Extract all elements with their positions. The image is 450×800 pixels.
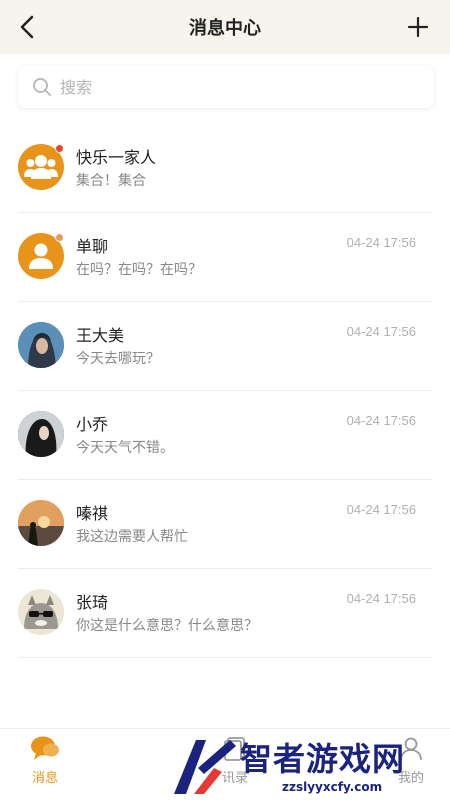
conversation-time: 04-24 17:56 bbox=[346, 591, 416, 606]
conversation-item[interactable]: 嗪祺 我这边需要人帮忙 04-24 17:56 bbox=[18, 480, 432, 569]
conversation-time: 04-24 17:56 bbox=[346, 502, 416, 517]
unread-dot bbox=[55, 233, 64, 242]
conversation-name: 单聊 bbox=[76, 237, 109, 256]
photo-avatar-icon bbox=[18, 411, 64, 457]
photo-avatar-icon bbox=[18, 589, 64, 635]
conversation-name: 嗪祺 bbox=[76, 504, 109, 523]
group-icon bbox=[24, 155, 58, 179]
conversation-item[interactable]: 王大美 今天去哪玩？ 04-24 17:56 bbox=[18, 302, 432, 391]
plus-icon bbox=[407, 16, 429, 38]
watermark-text: 智者游戏网 bbox=[240, 740, 406, 778]
avatar bbox=[18, 500, 64, 546]
chat-bubble-icon bbox=[31, 736, 59, 760]
conversation-item-group[interactable]: 快乐一家人 集合！集合 bbox=[18, 124, 432, 213]
avatar bbox=[18, 322, 64, 368]
conversation-time: 04-24 17:56 bbox=[346, 235, 416, 250]
conversation-name: 快乐一家人 bbox=[76, 148, 157, 167]
conversation-preview: 今天天气不错。 bbox=[76, 440, 174, 456]
person-icon bbox=[29, 243, 53, 269]
add-button[interactable] bbox=[404, 13, 432, 41]
photo-avatar-icon bbox=[18, 500, 64, 546]
watermark-logo-icon bbox=[174, 740, 236, 794]
tab-label: 消息 bbox=[31, 771, 58, 786]
conversation-time: 04-24 17:56 bbox=[346, 324, 416, 339]
conversation-preview: 你这是什么意思？什么意思？ bbox=[76, 618, 258, 634]
search-icon bbox=[33, 78, 51, 96]
avatar bbox=[18, 411, 64, 457]
conversation-preview: 今天去哪玩？ bbox=[76, 351, 160, 367]
conversation-name: 小乔 bbox=[76, 415, 109, 434]
avatar bbox=[18, 233, 64, 279]
back-button[interactable] bbox=[14, 13, 42, 41]
conversation-name: 张琦 bbox=[76, 593, 109, 612]
watermark-url: zzslyyxcfy.com bbox=[282, 780, 383, 794]
conversation-item[interactable]: 小乔 今天天气不错。 04-24 17:56 bbox=[18, 391, 432, 480]
conversation-item[interactable]: 张琦 你这是什么意思？什么意思？ 04-24 17:56 bbox=[18, 569, 432, 658]
conversation-preview: 集合！集合 bbox=[76, 173, 146, 189]
photo-avatar-icon bbox=[18, 322, 64, 368]
conversation-time: 04-24 17:56 bbox=[346, 413, 416, 428]
tab-messages[interactable]: 消息 bbox=[10, 735, 80, 786]
watermark: 智者游戏网 zzslyyxcfy.com bbox=[170, 730, 450, 800]
unread-dot bbox=[55, 144, 64, 153]
conversation-name: 王大美 bbox=[76, 326, 125, 345]
conversation-preview: 我这边需要人帮忙 bbox=[76, 529, 188, 545]
conversation-preview: 在吗？在吗？在吗？ bbox=[76, 262, 202, 278]
avatar bbox=[18, 144, 64, 190]
search-bar[interactable] bbox=[18, 66, 434, 108]
conversation-item-single[interactable]: 单聊 在吗？在吗？在吗？ 04-24 17:56 bbox=[18, 213, 432, 302]
chevron-left-icon bbox=[20, 15, 34, 39]
page-title: 消息中心 bbox=[189, 18, 261, 39]
top-nav-bar: 消息中心 bbox=[0, 0, 450, 54]
search-input[interactable] bbox=[60, 77, 400, 97]
avatar bbox=[18, 589, 64, 635]
conversation-list: 快乐一家人 集合！集合 单聊 在吗？在吗？在吗？ 04-24 17:56 王大美… bbox=[0, 124, 450, 658]
